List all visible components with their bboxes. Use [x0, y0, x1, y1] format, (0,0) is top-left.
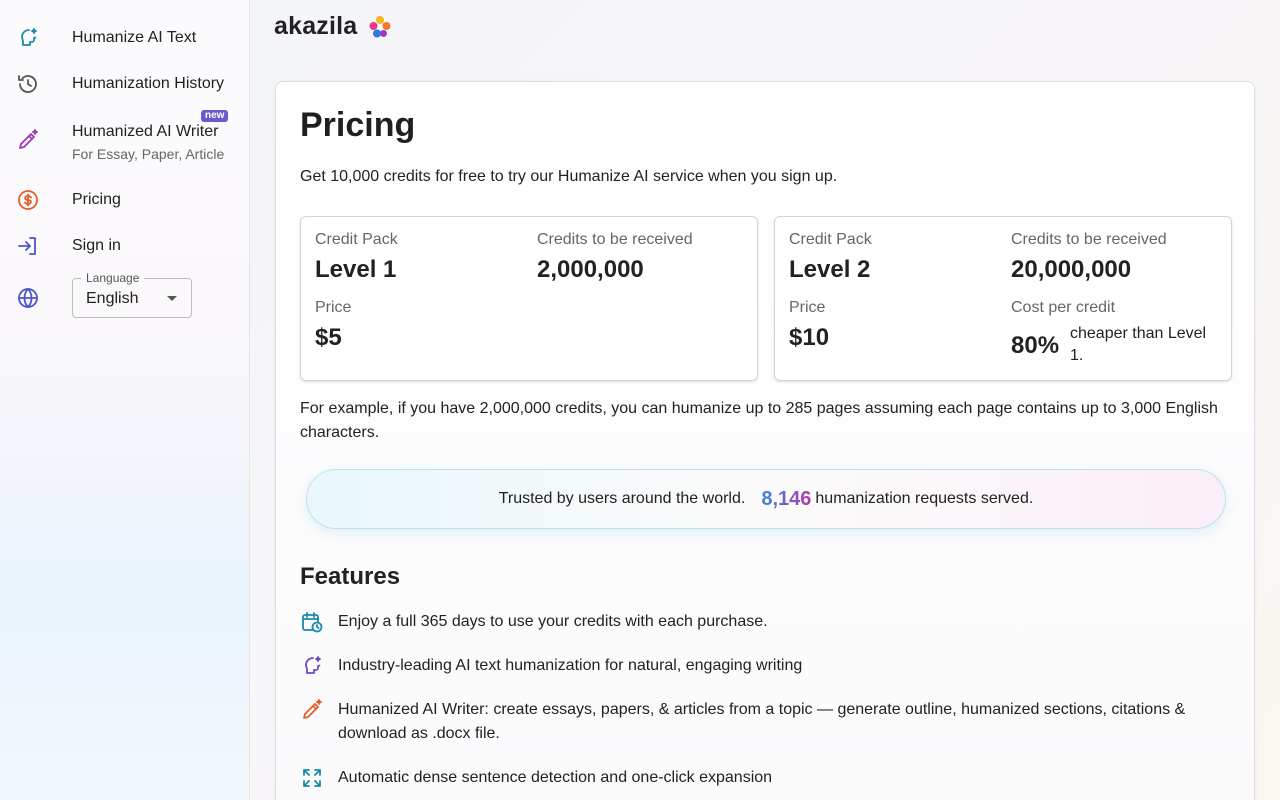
credits-value: 20,000,000: [1011, 256, 1132, 283]
cost-note: cheaper than Level 1.: [1070, 325, 1207, 364]
pen-sparkle-icon: [16, 128, 40, 152]
calendar-clock-icon: [300, 610, 324, 634]
cost-label: Cost per credit: [1011, 299, 1116, 316]
language-select[interactable]: Language English: [72, 271, 192, 318]
credits-value: 2,000,000: [537, 256, 644, 283]
main-content: akazila Pricing Get 10,000 credits for f…: [250, 0, 1280, 800]
sidebar-item-label: Humanization History: [72, 75, 225, 92]
pack-value: Level 1: [315, 256, 397, 283]
expand-icon: [300, 766, 324, 790]
sidebar-item-sign-in[interactable]: Sign in: [0, 232, 249, 262]
brand-name: akazila: [274, 12, 358, 40]
credits-label: Credits to be received: [1011, 231, 1167, 248]
price-label: Price: [315, 299, 352, 316]
sidebar-item-label: Sign in: [72, 237, 121, 254]
sidebar-item-pricing[interactable]: Pricing: [0, 186, 249, 216]
globe-icon: [16, 286, 40, 310]
feature-text: Enjoy a full 365 days to use your credit…: [338, 613, 768, 630]
ai-head-icon: [16, 26, 40, 50]
pack-label: Credit Pack: [789, 231, 872, 248]
trusted-suffix: humanization requests served.: [815, 490, 1034, 507]
pen-sparkle-icon: [300, 698, 324, 722]
caret-down-icon: [167, 296, 177, 301]
feature-text: Industry-leading AI text humanization fo…: [338, 657, 803, 674]
pack-label: Credit Pack: [315, 231, 398, 248]
history-icon: [16, 72, 40, 96]
sidebar-item-humanization-history[interactable]: Humanization History: [0, 70, 249, 100]
dollar-circle-icon: [16, 188, 40, 212]
price-label: Price: [789, 299, 826, 316]
sidebar-item-label: Humanized AI Writer: [72, 123, 219, 140]
price-value: $10: [789, 324, 830, 351]
new-badge: new: [201, 110, 229, 122]
ai-head-icon: [300, 654, 324, 678]
sidebar: Humanize AI Text Humanization History Hu…: [0, 0, 250, 800]
cost-percent: 80%: [1011, 332, 1060, 359]
sidebar-item-humanize-ai-text[interactable]: Humanize AI Text: [0, 24, 249, 54]
language-label: Language: [81, 271, 145, 285]
trusted-banner: Trusted by users around the world. 8,146…: [306, 469, 1226, 529]
sidebar-item-label: Pricing: [72, 191, 121, 208]
feature-text: Humanized AI Writer: create essays, pape…: [338, 701, 1186, 742]
credits-label: Credits to be received: [537, 231, 693, 248]
pricing-intro: Get 10,000 credits for free to try our H…: [300, 168, 838, 185]
price-value: $5: [315, 324, 342, 351]
language-value: English: [86, 290, 139, 307]
brand[interactable]: akazila: [274, 12, 393, 41]
page-title: Pricing: [300, 106, 416, 144]
credit-pack-level-2: Credit Pack Level 2 Credits to be receiv…: [774, 216, 1232, 381]
trusted-prefix: Trusted by users around the world.: [498, 490, 746, 507]
sidebar-item-label: Humanize AI Text: [72, 29, 197, 46]
features-title: Features: [300, 563, 401, 590]
sign-in-icon: [16, 234, 40, 258]
credit-pack-level-1: Credit Pack Level 1 Credits to be receiv…: [300, 216, 758, 381]
feature-text: Automatic dense sentence detection and o…: [338, 769, 773, 786]
pricing-card: Pricing Get 10,000 credits for free to t…: [275, 81, 1255, 800]
brand-logo-icon: [367, 14, 393, 40]
sidebar-item-sublabel: For Essay, Paper, Article: [72, 146, 225, 162]
request-count: 8,146: [761, 487, 812, 510]
pricing-example: For example, if you have 2,000,000 credi…: [300, 400, 1218, 441]
pack-value: Level 2: [789, 256, 871, 283]
